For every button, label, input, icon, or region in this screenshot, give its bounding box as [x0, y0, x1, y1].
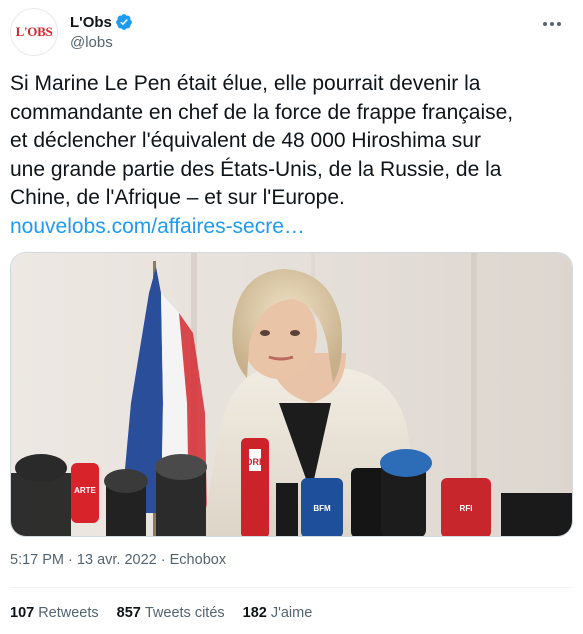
avatar-logo: L'OBS	[15, 24, 53, 39]
tweet-source[interactable]: Echobox	[170, 552, 226, 568]
account-names: L'Obs @lobs	[70, 12, 133, 51]
tweet-date[interactable]: 13 avr. 2022	[77, 552, 157, 568]
meta-separator: ·	[68, 552, 73, 568]
quotes-count: 857	[116, 605, 141, 621]
tweet-text-line: une grande partie des États-Unis, de la …	[10, 157, 502, 181]
retweets-count: 107	[10, 605, 35, 621]
tweet-text: Si Marine Le Pen était élue, elle pourra…	[10, 70, 570, 241]
retweets-label: Retweets	[38, 605, 99, 621]
tweet-text-line: et déclencher l'équivalent de 48 000 Hir…	[10, 129, 481, 152]
mic-label-rfi: RFI	[460, 504, 473, 513]
retweets-stat[interactable]: 107 Retweets	[10, 605, 99, 621]
verified-badge-icon	[116, 14, 132, 30]
likes-count: 182	[242, 605, 267, 621]
tweet-stats: 107 Retweets 857 Tweets cités 182 J'aime	[10, 605, 312, 621]
mic-label-orf: ORF	[246, 457, 266, 467]
likes-label: J'aime	[270, 605, 313, 621]
tweet-text-line: commandante en chef de la force de frapp…	[10, 100, 514, 124]
mic-label-arte: ARTE	[74, 486, 96, 495]
tweet-text-line: Chine, de l'Afrique – et sur l'Europe.	[10, 186, 345, 209]
tweet-header: L'OBS L'Obs @lobs	[10, 8, 573, 58]
account-handle[interactable]: @lobs	[70, 34, 133, 51]
more-horizontal-icon	[543, 22, 561, 26]
tweet-text-line: Si Marine Le Pen était élue, elle pourra…	[10, 72, 481, 95]
tweet-link[interactable]: nouvelobs.com/affaires-secre…	[10, 213, 570, 242]
tweet-time[interactable]: 5:17 PM	[10, 552, 64, 568]
meta-separator: ·	[160, 552, 166, 568]
display-name-row: L'Obs	[70, 12, 133, 32]
more-options-button[interactable]	[537, 12, 567, 36]
mic-label-bfm: BFM	[313, 504, 331, 513]
quote-tweets-stat[interactable]: 857 Tweets cités	[117, 605, 225, 621]
display-name[interactable]: L'Obs	[70, 14, 112, 31]
quotes-label: Tweets cités	[144, 605, 225, 621]
avatar[interactable]: L'OBS	[10, 8, 58, 56]
press-conference-photo: ORF ARTE BFM RFI	[11, 253, 572, 536]
likes-stat[interactable]: 182 J'aime	[243, 605, 313, 621]
divider	[10, 587, 573, 588]
tweet-media-photo[interactable]: ORF ARTE BFM RFI	[10, 252, 573, 537]
tweet-meta: 5:17 PM · 13 avr. 2022 · Echobox	[10, 552, 226, 568]
